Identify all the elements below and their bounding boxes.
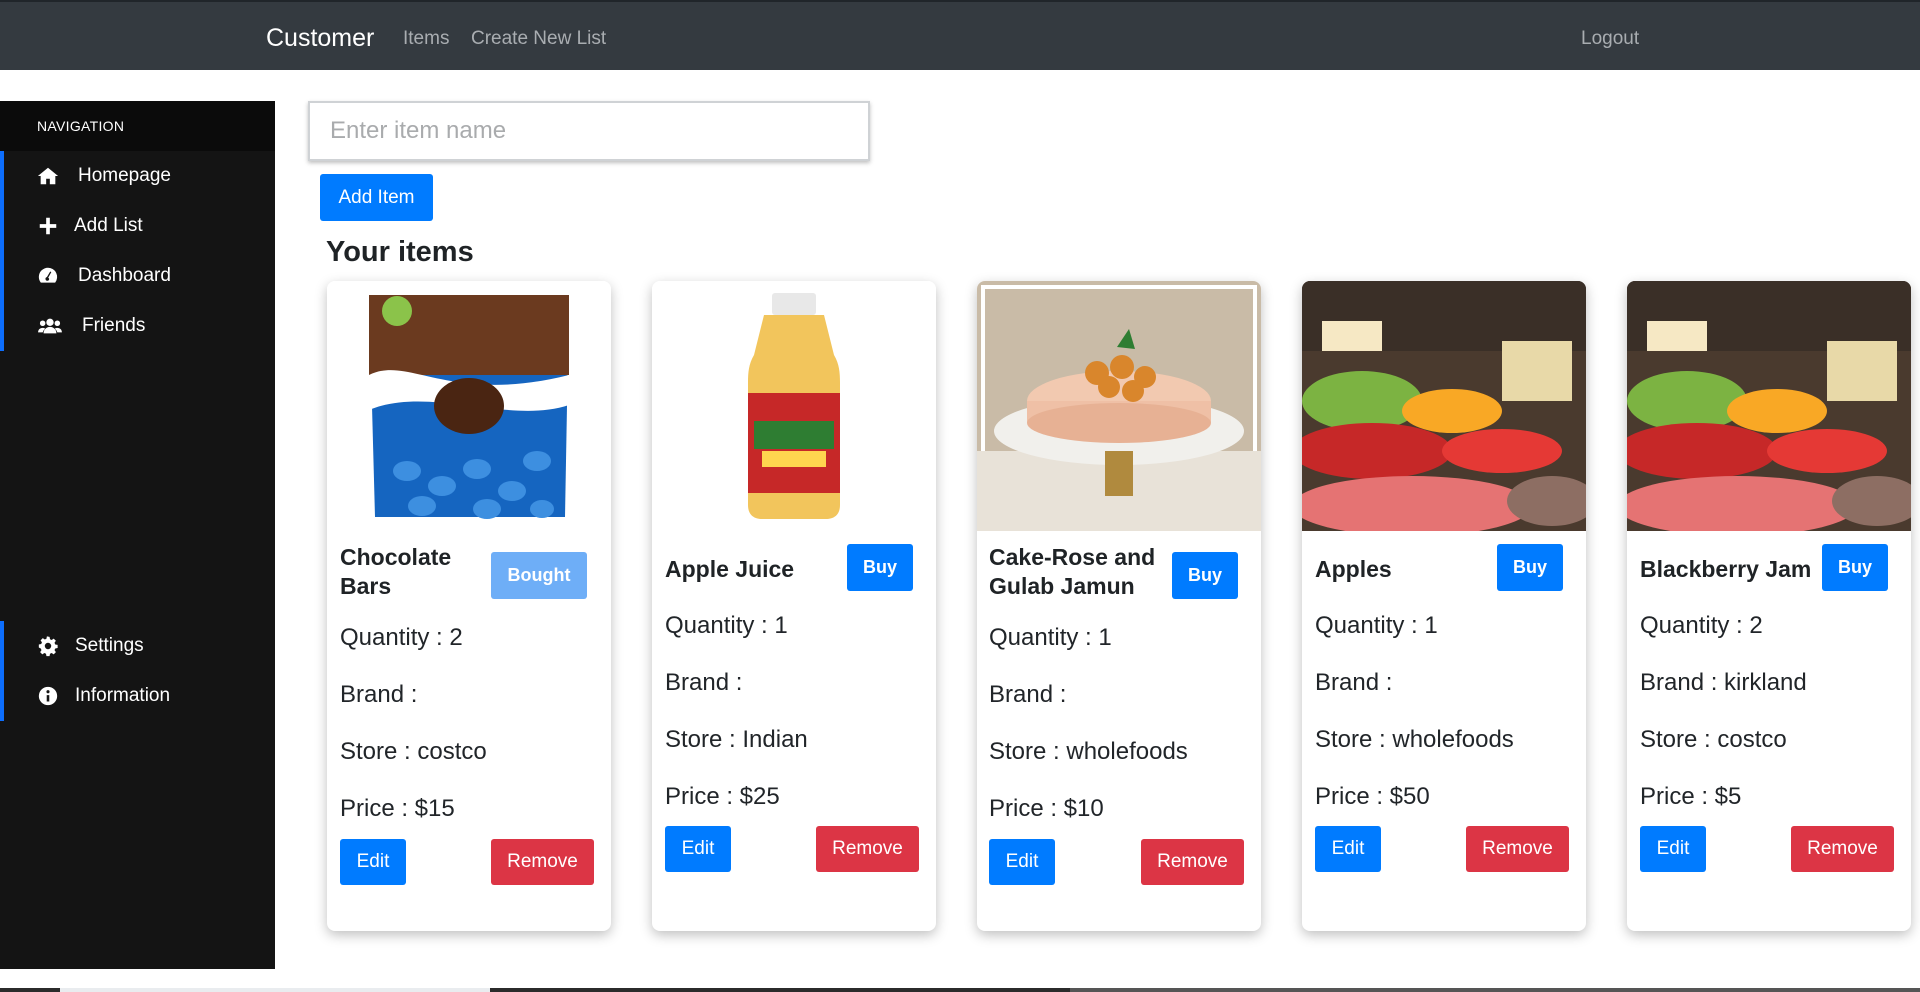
- users-icon: [38, 318, 62, 334]
- edit-button[interactable]: Edit: [989, 839, 1055, 885]
- edit-button[interactable]: Edit: [1315, 826, 1381, 872]
- nav-link-logout[interactable]: Logout: [1581, 28, 1639, 50]
- item-store: Store : costco: [1640, 726, 1787, 753]
- sidebar-item-information[interactable]: Information: [4, 671, 279, 721]
- item-price: Price : $25: [665, 783, 780, 810]
- sidebar-heading: NAVIGATION: [0, 101, 275, 151]
- remove-button[interactable]: Remove: [1791, 826, 1894, 872]
- item-price: Price : $5: [1640, 783, 1742, 810]
- scrollbar-segment: [0, 988, 60, 992]
- sidebar-item-dashboard[interactable]: Dashboard: [4, 251, 275, 301]
- item-price: Price : $10: [989, 795, 1104, 822]
- sidebar-main-group: Homepage Add List Dashboard Friends: [0, 151, 275, 351]
- item-brand: Brand :: [665, 669, 743, 696]
- item-name-input[interactable]: [308, 101, 870, 161]
- sidebar-item-friends[interactable]: Friends: [4, 301, 275, 351]
- item-price: Price : $15: [340, 795, 455, 822]
- item-quantity: Quantity : 1: [1315, 612, 1438, 639]
- item-store: Store : wholefoods: [989, 738, 1188, 765]
- top-navbar: Customer Items Create New List Logout: [0, 0, 1920, 70]
- item-card: Apples Buy Quantity : 1 Brand : Store : …: [1302, 281, 1586, 931]
- edit-button[interactable]: Edit: [665, 826, 731, 872]
- sidebar-item-add-list[interactable]: Add List: [4, 201, 275, 251]
- sidebar-item-label: Dashboard: [78, 265, 171, 286]
- item-card: Blackberry Jam Buy Quantity : 2 Brand : …: [1627, 281, 1911, 931]
- item-name-line: Gulab Jamun: [989, 573, 1135, 599]
- item-name-line: Cake-Rose and: [989, 544, 1156, 570]
- add-item-button[interactable]: Add Item: [320, 174, 433, 221]
- edit-button[interactable]: Edit: [1640, 826, 1706, 872]
- produce-store-image: [1302, 281, 1586, 531]
- item-store: Store : costco: [340, 738, 487, 765]
- item-name-line: Chocolate: [340, 544, 452, 570]
- remove-button[interactable]: Remove: [816, 826, 919, 872]
- item-store: Store : Indian: [665, 726, 808, 753]
- item-price: Price : $50: [1315, 783, 1430, 810]
- item-name-line: Apple Juice: [665, 556, 795, 582]
- sidebar-item-label: Add List: [74, 215, 143, 236]
- item-brand: Brand :: [340, 681, 418, 708]
- item-name: Apples: [1315, 555, 1392, 584]
- item-brand: Brand :: [989, 681, 1067, 708]
- section-title: Your items: [326, 236, 474, 268]
- item-name-line: Bars: [340, 573, 392, 599]
- sidebar-item-homepage[interactable]: Homepage: [4, 151, 275, 201]
- chocolate-bag-image: [327, 281, 611, 531]
- item-name-line: Blackberry Jam: [1640, 556, 1812, 582]
- item-card: Cake-Rose and Gulab Jamun Buy Quantity :…: [977, 281, 1261, 931]
- item-name: Apple Juice: [665, 555, 794, 584]
- navbar-brand[interactable]: Customer: [266, 24, 374, 53]
- remove-button[interactable]: Remove: [491, 839, 594, 885]
- scrollbar-thumb[interactable]: [490, 988, 1070, 992]
- info-icon: [38, 686, 58, 706]
- produce-store-image: [1627, 281, 1911, 531]
- sidebar-item-settings[interactable]: Settings: [4, 621, 279, 671]
- nav-link-items[interactable]: Items: [403, 28, 449, 50]
- buy-button[interactable]: Buy: [1497, 544, 1563, 591]
- item-name: Blackberry Jam: [1640, 555, 1811, 584]
- sidebar-bottom-group: Settings Information: [0, 621, 279, 721]
- sidebar: NAVIGATION Homepage Add List Dashboard F…: [0, 101, 275, 969]
- sidebar-item-label: Settings: [75, 635, 144, 656]
- sidebar-item-label: Information: [75, 685, 171, 706]
- item-quantity: Quantity : 2: [340, 624, 463, 651]
- item-name-line: Apples: [1315, 556, 1392, 582]
- sidebar-item-label: Friends: [82, 315, 146, 336]
- cake-image: [977, 281, 1261, 531]
- gear-icon: [38, 636, 58, 657]
- home-icon: [37, 167, 59, 185]
- remove-button[interactable]: Remove: [1466, 826, 1569, 872]
- scrollbar-segment: [1070, 988, 1920, 992]
- item-store: Store : wholefoods: [1315, 726, 1514, 753]
- gauge-icon: [38, 267, 58, 283]
- plus-icon: [39, 217, 57, 235]
- buy-button[interactable]: Buy: [847, 544, 913, 591]
- item-card: Chocolate Bars Bought Quantity : 2 Brand…: [327, 281, 611, 931]
- bottom-scrollbar[interactable]: [0, 988, 1920, 992]
- item-name: Chocolate Bars: [340, 543, 451, 601]
- item-quantity: Quantity : 1: [665, 612, 788, 639]
- juice-bottle-image: [652, 281, 936, 531]
- item-quantity: Quantity : 2: [1640, 612, 1763, 639]
- item-brand: Brand : kirkland: [1640, 669, 1807, 696]
- remove-button[interactable]: Remove: [1141, 839, 1244, 885]
- bought-button[interactable]: Bought: [491, 552, 587, 599]
- nav-link-create-new-list[interactable]: Create New List: [471, 28, 606, 50]
- sidebar-item-label: Homepage: [78, 165, 171, 186]
- edit-button[interactable]: Edit: [340, 839, 406, 885]
- buy-button[interactable]: Buy: [1172, 552, 1238, 599]
- item-card: Apple Juice Buy Quantity : 1 Brand : Sto…: [652, 281, 936, 931]
- buy-button[interactable]: Buy: [1822, 544, 1888, 591]
- item-name: Cake-Rose and Gulab Jamun: [989, 543, 1155, 601]
- item-brand: Brand :: [1315, 669, 1393, 696]
- item-quantity: Quantity : 1: [989, 624, 1112, 651]
